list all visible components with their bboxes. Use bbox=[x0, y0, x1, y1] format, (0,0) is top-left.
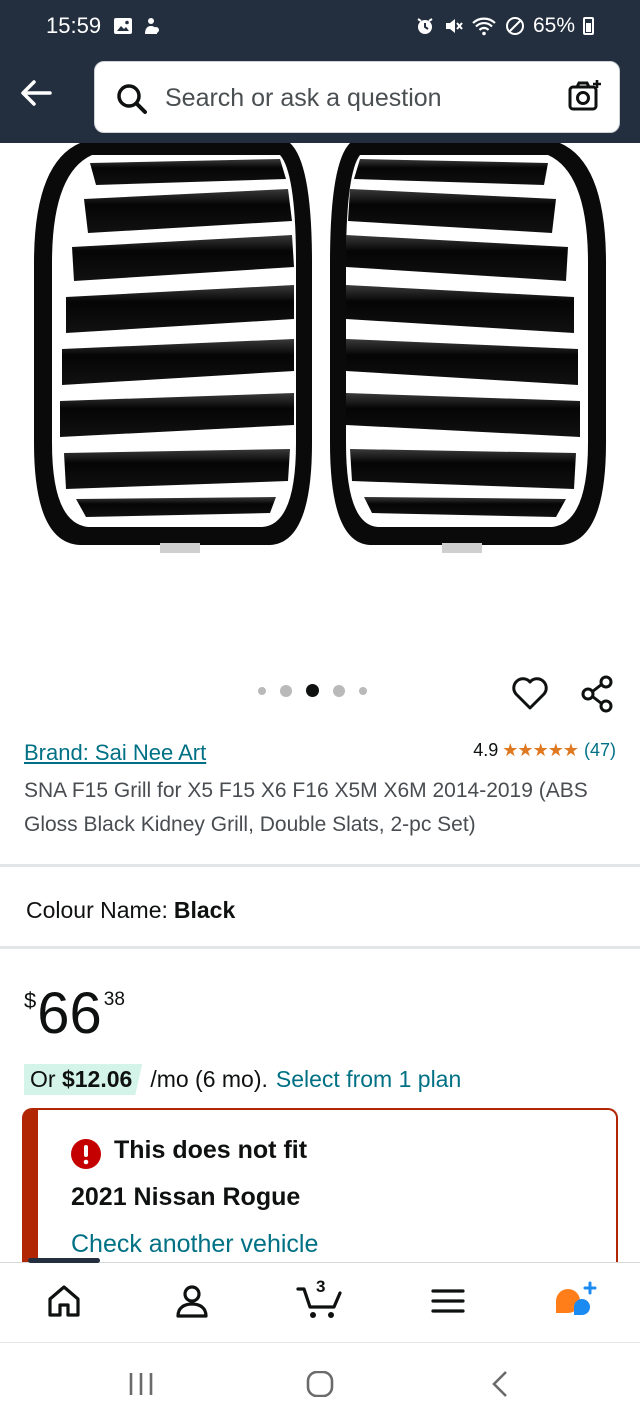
status-notification-icons bbox=[113, 16, 161, 36]
android-navigation-bar bbox=[0, 1342, 640, 1422]
price-currency: $ bbox=[24, 988, 37, 1013]
battery-icon bbox=[583, 17, 594, 35]
nav-account[interactable] bbox=[172, 1281, 212, 1326]
rufus-assistant-icon bbox=[556, 1281, 597, 1315]
back-button[interactable] bbox=[18, 78, 58, 110]
search-icon bbox=[117, 84, 147, 114]
carousel-dot[interactable] bbox=[359, 686, 367, 695]
carousel-dot-active[interactable] bbox=[306, 684, 319, 697]
app-header: 15:59 65% bbox=[0, 0, 640, 143]
colour-label: Colour Name: bbox=[26, 897, 168, 923]
share-icon bbox=[581, 675, 613, 713]
check-another-vehicle-link[interactable]: Check another vehicle bbox=[71, 1230, 318, 1259]
nav-home[interactable] bbox=[44, 1281, 84, 1326]
status-bar: 15:59 65% bbox=[0, 0, 640, 56]
bottom-navigation: 3 bbox=[0, 1258, 640, 1342]
rating-summary[interactable]: 4.9 ★★★★★ (47) bbox=[473, 740, 616, 761]
carousel-dot[interactable] bbox=[333, 684, 345, 697]
wifi-icon bbox=[472, 17, 496, 36]
kidney-grill-image bbox=[34, 143, 606, 553]
battery-percent: 65% bbox=[532, 14, 575, 37]
select-plan-link[interactable]: Select from 1 plan bbox=[276, 1066, 461, 1093]
back-system-button[interactable] bbox=[486, 1371, 516, 1402]
nav-rufus-assistant[interactable] bbox=[552, 1281, 598, 1326]
image-carousel-indicator[interactable] bbox=[258, 684, 367, 697]
home-circle-icon bbox=[306, 1370, 334, 1398]
fitment-title: This does not fit bbox=[114, 1136, 308, 1164]
recent-apps-icon bbox=[129, 1373, 153, 1395]
installment-prefix: Or bbox=[30, 1066, 62, 1092]
rating-value: 4.9 bbox=[473, 740, 499, 760]
recent-apps-button[interactable] bbox=[126, 1371, 156, 1402]
review-count-link[interactable]: (47) bbox=[584, 740, 616, 761]
back-chevron-icon bbox=[492, 1371, 507, 1397]
fitment-alert: This does not fit 2021 Nissan Rogue Chec… bbox=[22, 1108, 618, 1278]
price: $ 66 38 bbox=[24, 984, 125, 1044]
divider bbox=[0, 864, 640, 867]
account-icon bbox=[176, 1285, 208, 1318]
brand-link[interactable]: Brand: Sai Nee Art bbox=[24, 740, 206, 766]
data-saver-icon bbox=[505, 17, 524, 35]
add-to-list-button[interactable] bbox=[510, 674, 550, 717]
app-notification-icon bbox=[145, 18, 159, 34]
alarm-icon bbox=[417, 18, 433, 34]
product-image[interactable] bbox=[0, 143, 640, 663]
colour-value: Black bbox=[173, 897, 236, 923]
cart-count-badge: 3 bbox=[316, 1277, 326, 1296]
home-system-button[interactable] bbox=[305, 1370, 335, 1402]
nav-menu[interactable] bbox=[430, 1281, 466, 1326]
divider bbox=[0, 946, 640, 949]
home-icon bbox=[48, 1285, 80, 1317]
menu-icon bbox=[431, 1289, 465, 1313]
active-tab-indicator bbox=[28, 1258, 100, 1263]
installment-amount: $12.06 bbox=[61, 1066, 133, 1092]
carousel-dot[interactable] bbox=[280, 684, 292, 697]
search-input[interactable] bbox=[165, 76, 545, 120]
search-bar[interactable] bbox=[94, 61, 620, 133]
price-fraction: 38 bbox=[103, 989, 125, 1010]
installment-terms: /mo (6 mo). bbox=[150, 1066, 268, 1092]
heart-icon bbox=[512, 677, 548, 710]
camera-search-icon[interactable] bbox=[567, 78, 603, 114]
gallery-notification-icon bbox=[114, 18, 132, 34]
colour-selector[interactable]: Colour Name: Black bbox=[26, 897, 235, 924]
nav-cart[interactable]: 3 bbox=[296, 1277, 344, 1326]
mute-icon bbox=[445, 19, 463, 33]
status-system-icons: 65% bbox=[415, 14, 594, 38]
carousel-dot[interactable] bbox=[258, 686, 266, 695]
back-arrow-icon bbox=[21, 80, 52, 106]
installment-badge: Or $12.06 bbox=[24, 1064, 143, 1095]
fitment-vehicle: 2021 Nissan Rogue bbox=[71, 1183, 301, 1211]
product-title: SNA F15 Grill for X5 F15 X6 F16 X5M X6M … bbox=[24, 779, 588, 836]
star-rating-icon: ★★★★★ bbox=[502, 740, 579, 760]
alert-icon bbox=[71, 1139, 101, 1169]
installment-offer: Or $12.06 /mo (6 mo). Select from 1 plan bbox=[24, 1064, 461, 1095]
share-button[interactable] bbox=[578, 674, 618, 719]
status-time: 15:59 bbox=[46, 13, 102, 38]
price-whole: 66 bbox=[37, 981, 102, 1046]
